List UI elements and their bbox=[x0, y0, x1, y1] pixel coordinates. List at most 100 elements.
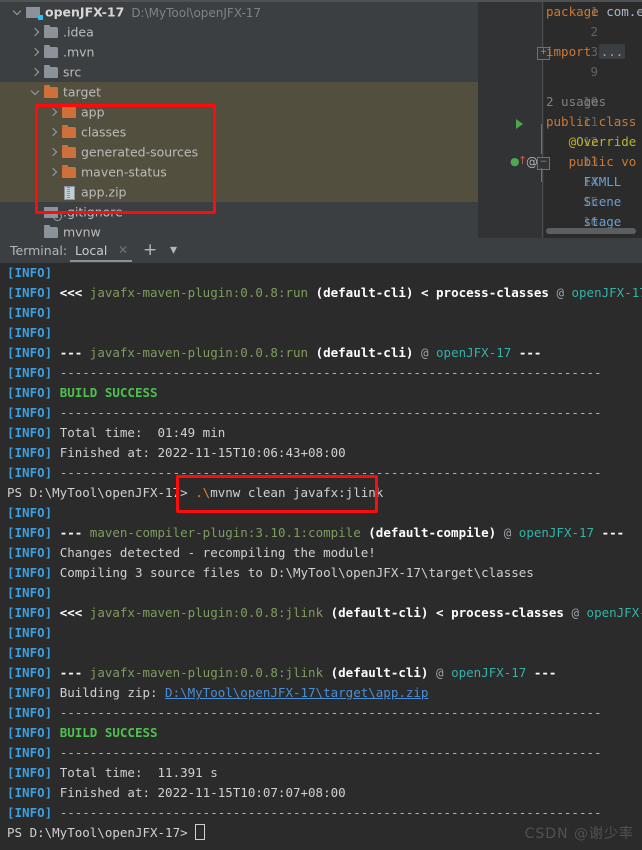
tree-row[interactable]: app bbox=[0, 102, 478, 122]
terminal-line-separator: [INFO] ---------------------------------… bbox=[0, 803, 642, 823]
code-line-stage: stage bbox=[546, 214, 621, 229]
terminal-line-plain: [INFO] Finished at: 2022-11-15T10:07:07+… bbox=[0, 783, 642, 803]
tree-row[interactable]: mvnw bbox=[0, 222, 478, 238]
terminal-line-goal-end: [INFO] <<< javafx-maven-plugin:0.0.8:jli… bbox=[0, 603, 642, 623]
tree-row-label: maven-status bbox=[81, 165, 167, 180]
terminal-line-info: [INFO] bbox=[0, 623, 642, 643]
folder-icon-orange bbox=[62, 167, 76, 178]
chevron-right-icon[interactable] bbox=[30, 67, 41, 78]
code-line-package: package com.e bbox=[546, 4, 642, 19]
tree-row[interactable]: openJFX-17 D:\MyTool\openJFX-17 bbox=[0, 2, 478, 22]
editor-horizontal-scrollbar[interactable] bbox=[546, 228, 636, 234]
terminal-line-info: [INFO] bbox=[0, 643, 642, 663]
terminal-tab-active-underline bbox=[70, 260, 132, 262]
tree-row-label: openJFX-17 bbox=[45, 5, 124, 20]
chevron-down-icon[interactable] bbox=[12, 7, 23, 18]
code-line-method: public vo bbox=[546, 154, 636, 169]
terminal-output[interactable]: [INFO][INFO] <<< javafx-maven-plugin:0.0… bbox=[0, 263, 642, 850]
tree-row[interactable]: src bbox=[0, 62, 478, 82]
terminal-line-separator: [INFO] ---------------------------------… bbox=[0, 363, 642, 383]
code-line-class: public class bbox=[546, 114, 636, 129]
terminal-tab-local[interactable]: Local bbox=[75, 243, 107, 258]
code-line-override: @Override bbox=[546, 134, 636, 149]
tree-row-path: D:\MyTool\openJFX-17 bbox=[131, 6, 261, 20]
project-tree-panel[interactable]: openJFX-17 D:\MyTool\openJFX-17 .idea .mvn s… bbox=[0, 2, 478, 238]
folder-icon-orange bbox=[62, 107, 76, 118]
terminal-line-separator: [INFO] ---------------------------------… bbox=[0, 743, 642, 763]
terminal-line-goal: [INFO] --- maven-compiler-plugin:3.10.1:… bbox=[0, 523, 642, 543]
terminal-line-plain: [INFO] Changes detected - recompiling th… bbox=[0, 543, 642, 563]
top-panels: openJFX-17 D:\MyTool\openJFX-17 .idea .mvn s… bbox=[0, 0, 642, 238]
chevron-right-icon[interactable] bbox=[48, 147, 59, 158]
tree-row[interactable]: .mvn bbox=[0, 42, 478, 62]
folder-icon-orange bbox=[62, 127, 76, 138]
terminal-line-goal: [INFO] --- javafx-maven-plugin:0.0.8:jli… bbox=[0, 663, 642, 683]
folder-icon-orange bbox=[44, 87, 58, 98]
module-folder-icon bbox=[26, 7, 40, 18]
fold-region-marker-class bbox=[541, 124, 542, 154]
chevron-right-icon[interactable] bbox=[48, 167, 59, 178]
editor-usages-hint[interactable]: 2 usages bbox=[546, 94, 606, 109]
terminal-line-build-success: [INFO] BUILD SUCCESS bbox=[0, 383, 642, 403]
editor-gutter-divider bbox=[542, 2, 543, 238]
chevron-right-icon[interactable] bbox=[30, 27, 41, 38]
tree-row-label: .mvn bbox=[63, 45, 94, 60]
terminal-line-plain: [INFO] Total time: 01:49 min bbox=[0, 423, 642, 443]
ide-window: openJFX-17 D:\MyTool\openJFX-17 .idea .mvn s… bbox=[0, 0, 642, 850]
chevron-down-icon[interactable] bbox=[30, 87, 41, 98]
tree-spacer bbox=[30, 227, 41, 238]
tree-row-label: mvnw bbox=[63, 225, 101, 239]
editor-line-number: 9 bbox=[576, 64, 598, 79]
tree-row[interactable]: target bbox=[0, 82, 478, 102]
code-line-scene: Scene bbox=[546, 194, 621, 209]
terminal-line-build-success: [INFO] BUILD SUCCESS bbox=[0, 723, 642, 743]
tree-row-label: app.zip bbox=[81, 185, 126, 200]
terminal-line-goal: [INFO] --- javafx-maven-plugin:0.0.8:run… bbox=[0, 343, 642, 363]
tree-row[interactable]: generated-sources bbox=[0, 142, 478, 162]
terminal-line-info: [INFO] bbox=[0, 303, 642, 323]
zip-file-icon bbox=[64, 186, 75, 200]
editor-line-number: 2 bbox=[576, 24, 598, 39]
terminal-line-plain: [INFO] Compiling 3 source files to D:\My… bbox=[0, 563, 642, 583]
terminal-cursor bbox=[195, 824, 205, 840]
tree-row[interactable]: maven-status bbox=[0, 162, 478, 182]
terminal-line-separator: [INFO] ---------------------------------… bbox=[0, 403, 642, 423]
zip-path-link[interactable]: D:\MyTool\openJFX-17\target\app.zip bbox=[165, 685, 428, 700]
run-gutter-icon[interactable] bbox=[516, 119, 523, 129]
editor-gutter[interactable] bbox=[478, 2, 544, 238]
terminal-line-separator: [INFO] ---------------------------------… bbox=[0, 463, 642, 483]
folder-icon bbox=[44, 47, 58, 58]
chevron-down-icon[interactable]: ▾ bbox=[170, 242, 177, 258]
tree-row-label: classes bbox=[81, 125, 126, 140]
tree-row-label: .idea bbox=[63, 25, 94, 40]
chevron-right-icon[interactable] bbox=[48, 107, 59, 118]
tree-spacer bbox=[30, 207, 41, 218]
terminal-line-command[interactable]: PS D:\MyTool\openJFX-17> .\mvnw clean ja… bbox=[0, 483, 642, 503]
folder-icon bbox=[44, 27, 58, 38]
terminal-line-building-zip[interactable]: [INFO] Building zip: D:\MyTool\openJFX-1… bbox=[0, 683, 642, 703]
terminal-label: Terminal: bbox=[10, 243, 67, 258]
tree-row-label: generated-sources bbox=[81, 145, 198, 160]
terminal-line-info: [INFO] bbox=[0, 503, 642, 523]
tree-row[interactable]: .gitignore bbox=[0, 202, 478, 222]
terminal-line-plain: [INFO] Finished at: 2022-11-15T10:06:43+… bbox=[0, 443, 642, 463]
tree-row[interactable]: classes bbox=[0, 122, 478, 142]
close-icon[interactable]: ✕ bbox=[118, 243, 128, 257]
tree-row-label: .gitignore bbox=[63, 205, 123, 220]
code-editor-panel[interactable]: 123910111213141516●↑@+−2 usagespackage c… bbox=[478, 2, 642, 238]
code-line-import: import ... bbox=[546, 44, 625, 59]
terminal-line-info: [INFO] bbox=[0, 263, 642, 283]
code-line-fxml: FXMLL bbox=[546, 174, 621, 189]
chevron-right-icon[interactable] bbox=[48, 127, 59, 138]
tree-spacer bbox=[48, 187, 59, 198]
tree-row[interactable]: app.zip bbox=[0, 182, 478, 202]
folder-icon bbox=[44, 67, 58, 78]
tree-row-label: target bbox=[63, 85, 101, 100]
terminal-line-info: [INFO] bbox=[0, 323, 642, 343]
tree-row[interactable]: .idea bbox=[0, 22, 478, 42]
tree-row-label: src bbox=[63, 65, 81, 80]
plus-icon[interactable]: + bbox=[143, 240, 157, 260]
tree-row-label: app bbox=[81, 105, 105, 120]
gitignore-file-icon bbox=[44, 207, 58, 218]
chevron-right-icon[interactable] bbox=[30, 47, 41, 58]
